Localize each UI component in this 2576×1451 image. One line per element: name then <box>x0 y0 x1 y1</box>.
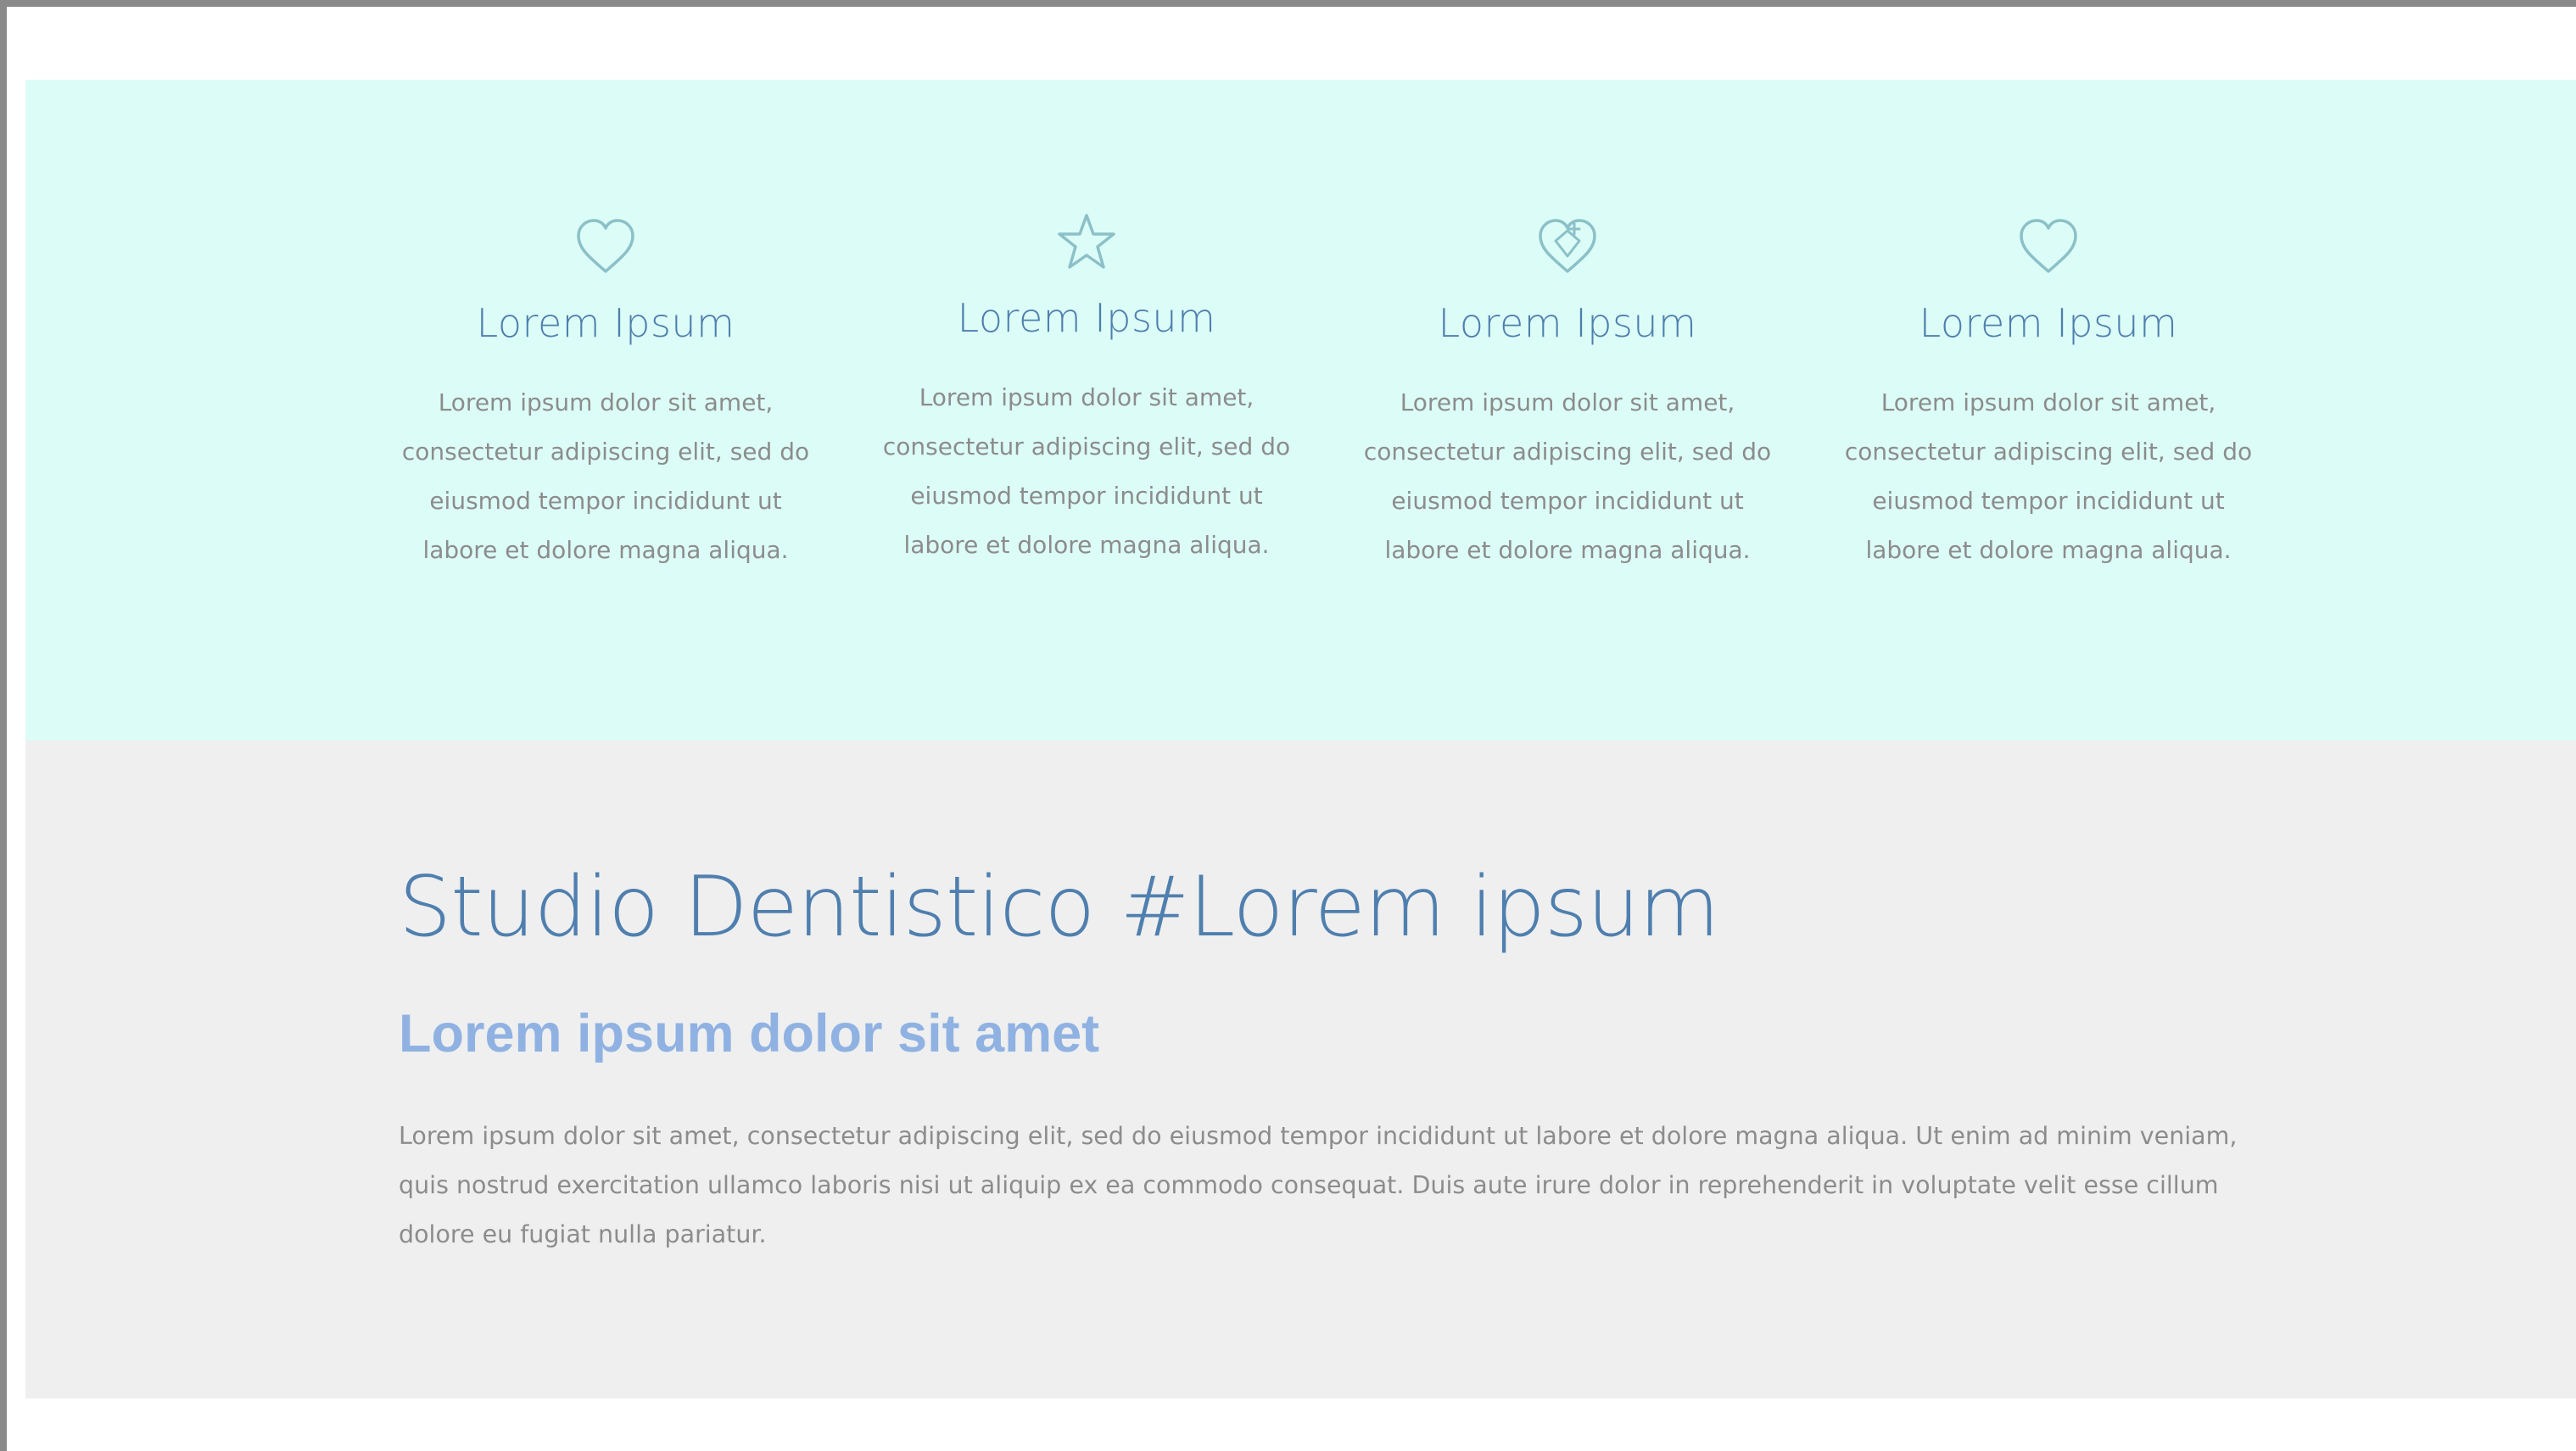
feature-card-4: Lorem Ipsum Lorem ipsum dolor sit amet, … <box>1828 215 2269 575</box>
feature-card-1: Lorem Ipsum Lorem ipsum dolor sit amet, … <box>385 215 826 575</box>
feature-text: Lorem ipsum dolor sit amet, consectetur … <box>882 383 1291 559</box>
feature-text: Lorem ipsum dolor sit amet, consectetur … <box>1844 388 2253 564</box>
about-paragraph: Lorem ipsum dolor sit amet, consectetur … <box>399 1122 2238 1248</box>
about-section: Studio Dentistico #Lorem ipsum Lorem ips… <box>25 740 2576 1398</box>
heart-icon <box>573 215 638 280</box>
feature-text: Lorem ipsum dolor sit amet, consectetur … <box>1363 388 1772 564</box>
heart-icon <box>2016 215 2081 280</box>
feature-title: Lorem Ipsum <box>1919 300 2178 346</box>
features-section: Lorem Ipsum Lorem ipsum dolor sit amet, … <box>25 80 2576 740</box>
page-frame: Lorem Ipsum Lorem ipsum dolor sit amet, … <box>0 0 2576 1451</box>
about-heading: Studio Dentistico #Lorem ipsum <box>399 859 1720 956</box>
about-subheading: Lorem ipsum dolor sit amet <box>399 1004 1100 1063</box>
feature-title: Lorem Ipsum <box>476 300 735 346</box>
feature-card-3: Lorem Ipsum Lorem ipsum dolor sit amet, … <box>1347 215 1788 575</box>
feature-text: Lorem ipsum dolor sit amet, consectetur … <box>401 388 810 564</box>
feature-title: Lorem Ipsum <box>957 295 1216 341</box>
star-icon <box>1054 210 1119 275</box>
diamond-icon <box>1535 215 1600 280</box>
feature-title: Lorem Ipsum <box>1438 300 1697 346</box>
feature-card-2: Lorem Ipsum Lorem ipsum dolor sit amet, … <box>866 210 1307 570</box>
